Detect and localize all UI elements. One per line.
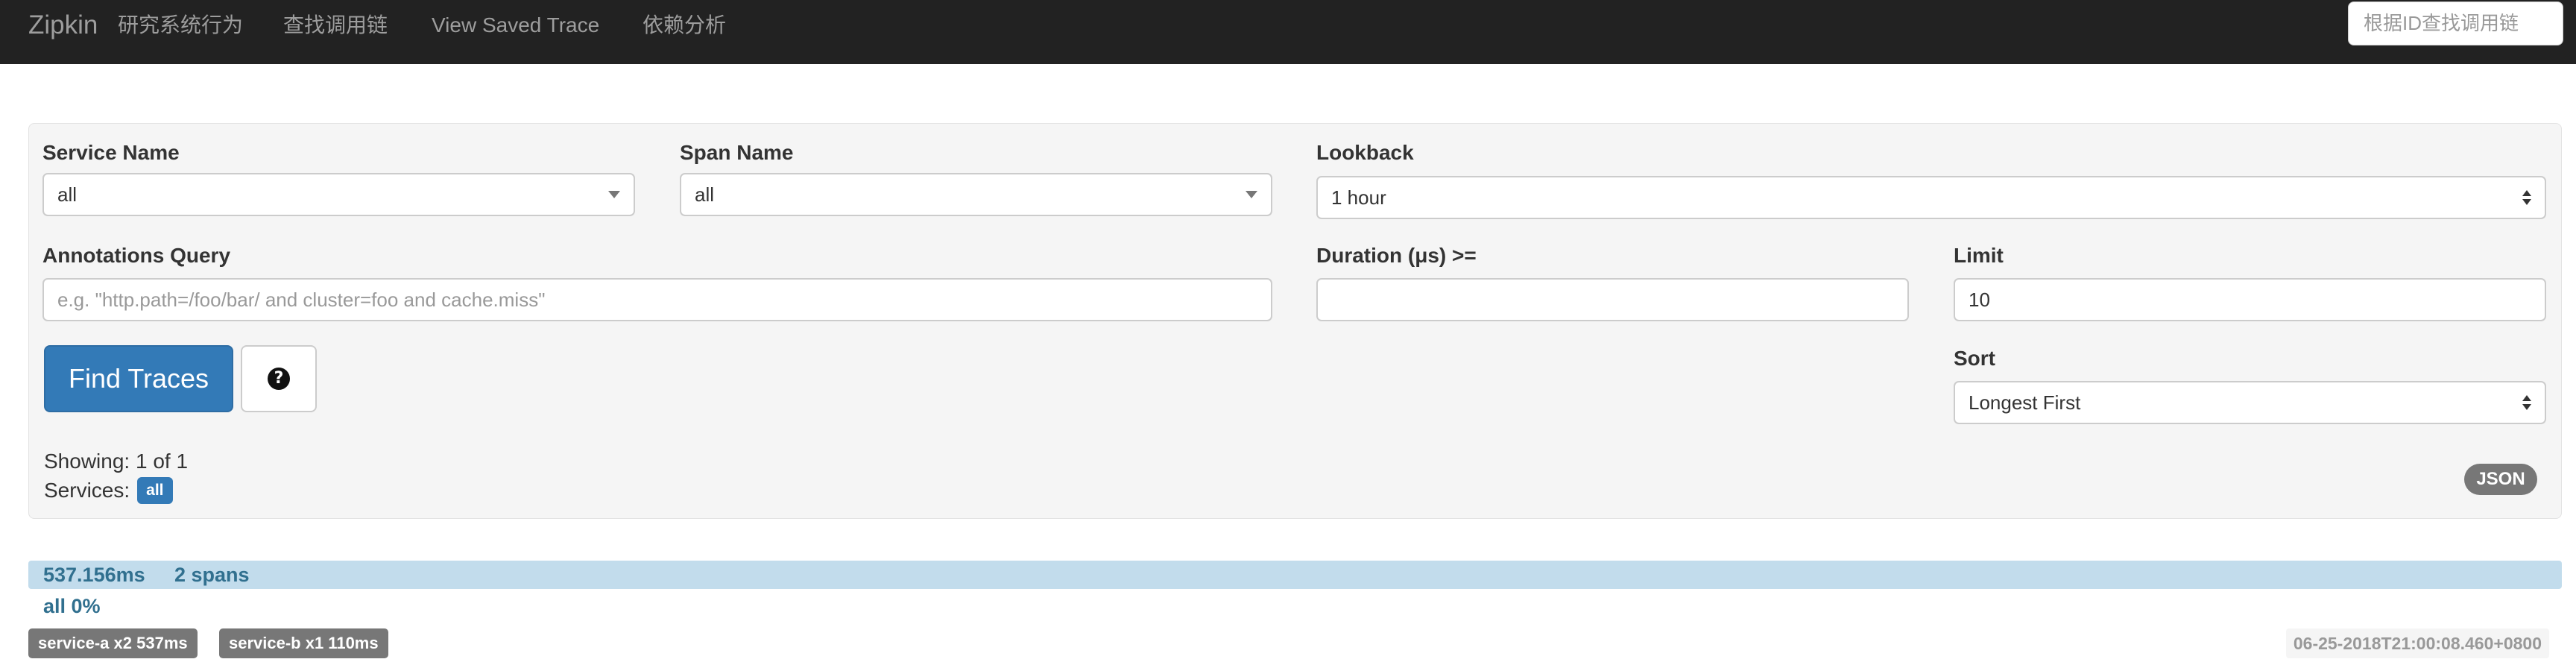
service-name-value: all xyxy=(57,183,78,206)
limit-input[interactable]: 10 xyxy=(1954,278,2546,321)
span-name-select[interactable]: all xyxy=(680,173,1272,216)
sort-label: Sort xyxy=(1954,347,1995,370)
sort-value: Longest First xyxy=(1969,391,2081,414)
nav-link-find-trace[interactable]: 查找调用链 xyxy=(283,12,388,39)
service-name-select[interactable]: all xyxy=(42,173,635,216)
showing-count: Showing: 1 of 1 xyxy=(44,450,189,473)
help-button[interactable]: ? xyxy=(241,345,317,412)
lookback-select[interactable]: 1 hour xyxy=(1316,176,2546,219)
service-name-label: Service Name xyxy=(42,141,180,164)
trace-duration: 537.156ms xyxy=(43,564,145,586)
trace-span-count: 2 spans xyxy=(174,564,250,586)
service-tag: service-b x1 110ms xyxy=(219,628,388,658)
annotations-query-label: Annotations Query xyxy=(42,244,231,267)
top-navbar: Zipkin 研究系统行为 查找调用链 View Saved Trace 依赖分… xyxy=(0,0,2576,64)
json-button[interactable]: JSON xyxy=(2464,464,2537,495)
find-traces-button[interactable]: Find Traces xyxy=(44,345,233,412)
annotations-query-input[interactable]: e.g. "http.path=/foo/bar/ and cluster=fo… xyxy=(42,278,1272,321)
service-tag: service-a x2 537ms xyxy=(28,628,198,658)
nav-link-dependencies[interactable]: 依赖分析 xyxy=(643,12,726,39)
chevron-down-icon xyxy=(608,191,620,198)
select-arrows-icon xyxy=(2522,190,2531,205)
search-panel: Service Name all Span Name all Lookback … xyxy=(28,123,2562,519)
trace-id-search-input[interactable] xyxy=(2348,1,2563,45)
services-label: Services: xyxy=(44,479,130,502)
brand-logo[interactable]: Zipkin xyxy=(28,9,98,42)
service-filter-badge[interactable]: all xyxy=(137,477,173,504)
annotations-query-placeholder: e.g. "http.path=/foo/bar/ and cluster=fo… xyxy=(57,288,546,311)
lookback-value: 1 hour xyxy=(1331,186,1386,209)
nav-link-investigate[interactable]: 研究系统行为 xyxy=(118,12,243,39)
services-summary: Services: all xyxy=(44,477,173,504)
lookback-label: Lookback xyxy=(1316,141,1414,164)
sort-select[interactable]: Longest First xyxy=(1954,381,2546,424)
question-circle-icon: ? xyxy=(268,368,290,390)
trace-result-bar[interactable]: 537.156ms 2 spans xyxy=(28,561,2562,589)
chevron-down-icon xyxy=(1246,191,1257,198)
limit-value: 10 xyxy=(1969,288,1990,311)
trace-timestamp: 06-25-2018T21:00:08.460+0800 xyxy=(2285,628,2549,658)
limit-label: Limit xyxy=(1954,244,2004,267)
select-arrows-icon xyxy=(2522,395,2531,410)
nav-link-view-saved-trace[interactable]: View Saved Trace xyxy=(432,12,599,39)
span-name-value: all xyxy=(695,183,715,206)
duration-label: Duration (μs) >= xyxy=(1316,244,1477,267)
duration-input[interactable] xyxy=(1316,278,1909,321)
span-name-label: Span Name xyxy=(680,141,794,164)
trace-service-percent: all 0% xyxy=(43,595,101,617)
